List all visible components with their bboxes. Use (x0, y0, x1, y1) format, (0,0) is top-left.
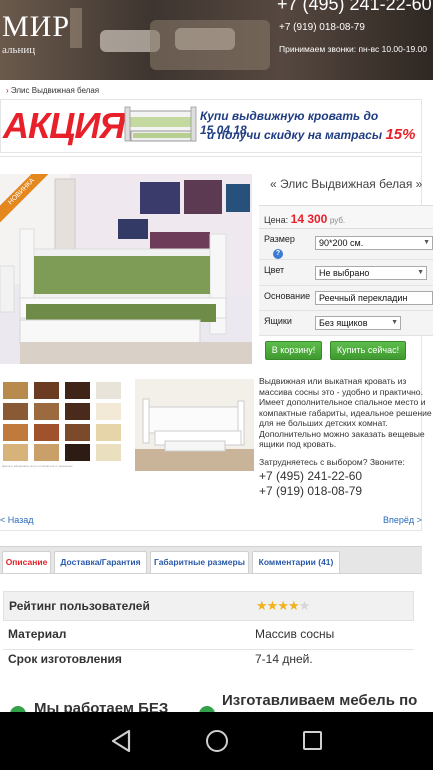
header-lamp (70, 8, 82, 48)
swatch (34, 424, 59, 441)
price-label: Цена: (264, 215, 289, 225)
attribute-label: Материал (8, 627, 67, 641)
prev-product-link[interactable]: < Назад (0, 515, 34, 525)
product-main-photo[interactable]: НОВИНКА (0, 174, 252, 364)
recent-square-icon[interactable] (303, 731, 322, 750)
swatch (65, 444, 90, 461)
size-select[interactable]: 90*200 см. ▼ (315, 236, 433, 250)
size-select-value: 90*200 см. (319, 238, 364, 248)
header-phone-second[interactable]: +7 (919) 018-08-79 (279, 22, 365, 33)
header-phone-main[interactable]: +7 (495) 241-22-60 (277, 0, 432, 15)
add-to-cart-button[interactable]: В корзину! (265, 341, 322, 360)
pull-out-bed-image (124, 106, 197, 142)
color-swatches-image[interactable]: Цвета и материалы могут отличаться от ре… (0, 378, 128, 470)
swatch-caption: Цвета и материалы могут отличаться от ре… (2, 464, 73, 468)
tab-dimensions[interactable]: Габаритные размеры (150, 551, 249, 573)
product-thumbnail[interactable] (135, 379, 254, 471)
buy-now-button[interactable]: Купить сейчас! (330, 341, 406, 360)
swatch (96, 444, 121, 461)
swatch (3, 403, 28, 420)
star-icon: ★ (287, 598, 300, 613)
contact-phone-2[interactable]: +7 (919) 018-08-79 (259, 484, 362, 498)
option-row-size: Размер ? 90*200 см. ▼ (259, 229, 433, 260)
tab-delivery[interactable]: Доставка/Гарантия (54, 551, 147, 573)
swatch (65, 382, 90, 399)
star-icon: ★ (266, 598, 279, 613)
price-row: Цена: 14 300 руб. (259, 205, 433, 229)
attribute-row-rating: Рейтинг пользователей ★★★★★ (3, 591, 414, 621)
promo-text-line2: и получи скидку на матрасы 15% (207, 126, 415, 143)
promo-text-line2-label: и получи скидку на матрасы (207, 128, 383, 142)
base-select-value: Реечный перекладин (319, 293, 408, 303)
product-description: Выдвижная или выкатная кровать из массив… (259, 376, 432, 449)
attribute-row-term: Срок изготовления 7-14 дней. (3, 645, 414, 675)
product-title: « Элис Выдвижная белая » (270, 177, 423, 191)
attribute-label: Срок изготовления (8, 652, 122, 666)
promo-banner[interactable]: АКЦИЯ! Купи выдвижную кровать до 15.04.1… (0, 99, 422, 153)
header-bed (150, 20, 270, 70)
breadcrumb: › Элис Выдвижная белая (6, 86, 99, 95)
swatch (65, 424, 90, 441)
tab-comments[interactable]: Комментарии (41) (252, 551, 340, 573)
price-currency: руб. (329, 216, 346, 225)
swatch (96, 403, 121, 420)
attribute-label: Рейтинг пользователей (9, 599, 150, 613)
swatch (3, 382, 28, 399)
home-circle-icon[interactable] (206, 730, 228, 752)
rating-stars[interactable]: ★★★★★ (256, 598, 311, 614)
site-header: МИР альниц +7 (495) 241-22-60 +7 (919) 0… (0, 0, 433, 80)
site-logo-subtitle: альниц (2, 44, 36, 56)
swatch (34, 382, 59, 399)
drawers-select[interactable]: Без ящиков ▼ (315, 316, 401, 330)
chevron-down-icon: ▼ (391, 319, 398, 326)
swatch (96, 382, 121, 399)
site-logo[interactable]: МИР (2, 10, 70, 44)
star-icon: ★ (256, 598, 268, 613)
option-label: Цвет (264, 265, 285, 275)
attribute-value: Массив сосны (255, 627, 335, 641)
contact-phone-1[interactable]: +7 (495) 241-22-60 (259, 469, 362, 483)
system-navigation-bar (0, 712, 433, 770)
page: МИР альниц +7 (495) 241-22-60 +7 (919) 0… (0, 0, 433, 770)
swatch (3, 444, 28, 461)
back-triangle-icon[interactable] (110, 729, 132, 753)
swatch (34, 403, 59, 420)
chevron-down-icon: ▼ (417, 269, 424, 276)
breadcrumb-current: Элис Выдвижная белая (10, 86, 100, 95)
help-icon[interactable]: ? (273, 249, 283, 259)
promo-title: АКЦИЯ! (3, 105, 136, 146)
tab-description[interactable]: Описание (2, 551, 51, 573)
option-label: Ящики (264, 316, 292, 326)
option-row-drawers: Ящики Без ящиков ▼ (259, 311, 433, 336)
star-icon: ★ (298, 598, 311, 613)
price-value: 14 300 (290, 212, 328, 226)
breadcrumb-arrow-icon: › (6, 86, 9, 95)
attribute-value: 7-14 дней. (255, 652, 313, 666)
swatch (96, 424, 121, 441)
teaser-right[interactable]: Изготавливаем мебель по (222, 692, 417, 709)
next-product-link[interactable]: Вперёд > (383, 515, 422, 525)
option-row-base: Основание Реечный перекладин (259, 286, 433, 311)
swatch (3, 424, 28, 441)
chevron-down-icon: ▼ (423, 239, 430, 246)
base-select[interactable]: Реечный перекладин (315, 291, 433, 305)
option-label: Основание (264, 291, 311, 301)
working-hours: Принимаем звонки: пн-вс 10.00-19.00 (279, 44, 427, 54)
option-label: Размер (264, 234, 295, 244)
swatch (65, 403, 90, 420)
promo-discount: 15% (385, 126, 416, 143)
option-row-color: Цвет Не выбрано ▼ (259, 260, 433, 286)
contact-question: Затрудняетесь с выбором? Звоните: (259, 457, 405, 467)
color-select-value: Не выбрано (319, 268, 370, 278)
drawers-select-value: Без ящиков (319, 318, 368, 328)
swatch (34, 444, 59, 461)
star-icon: ★ (277, 598, 289, 613)
color-select[interactable]: Не выбрано ▼ (315, 266, 427, 280)
bed-thumbnail-photo (135, 379, 254, 471)
bed-photo (0, 174, 252, 364)
